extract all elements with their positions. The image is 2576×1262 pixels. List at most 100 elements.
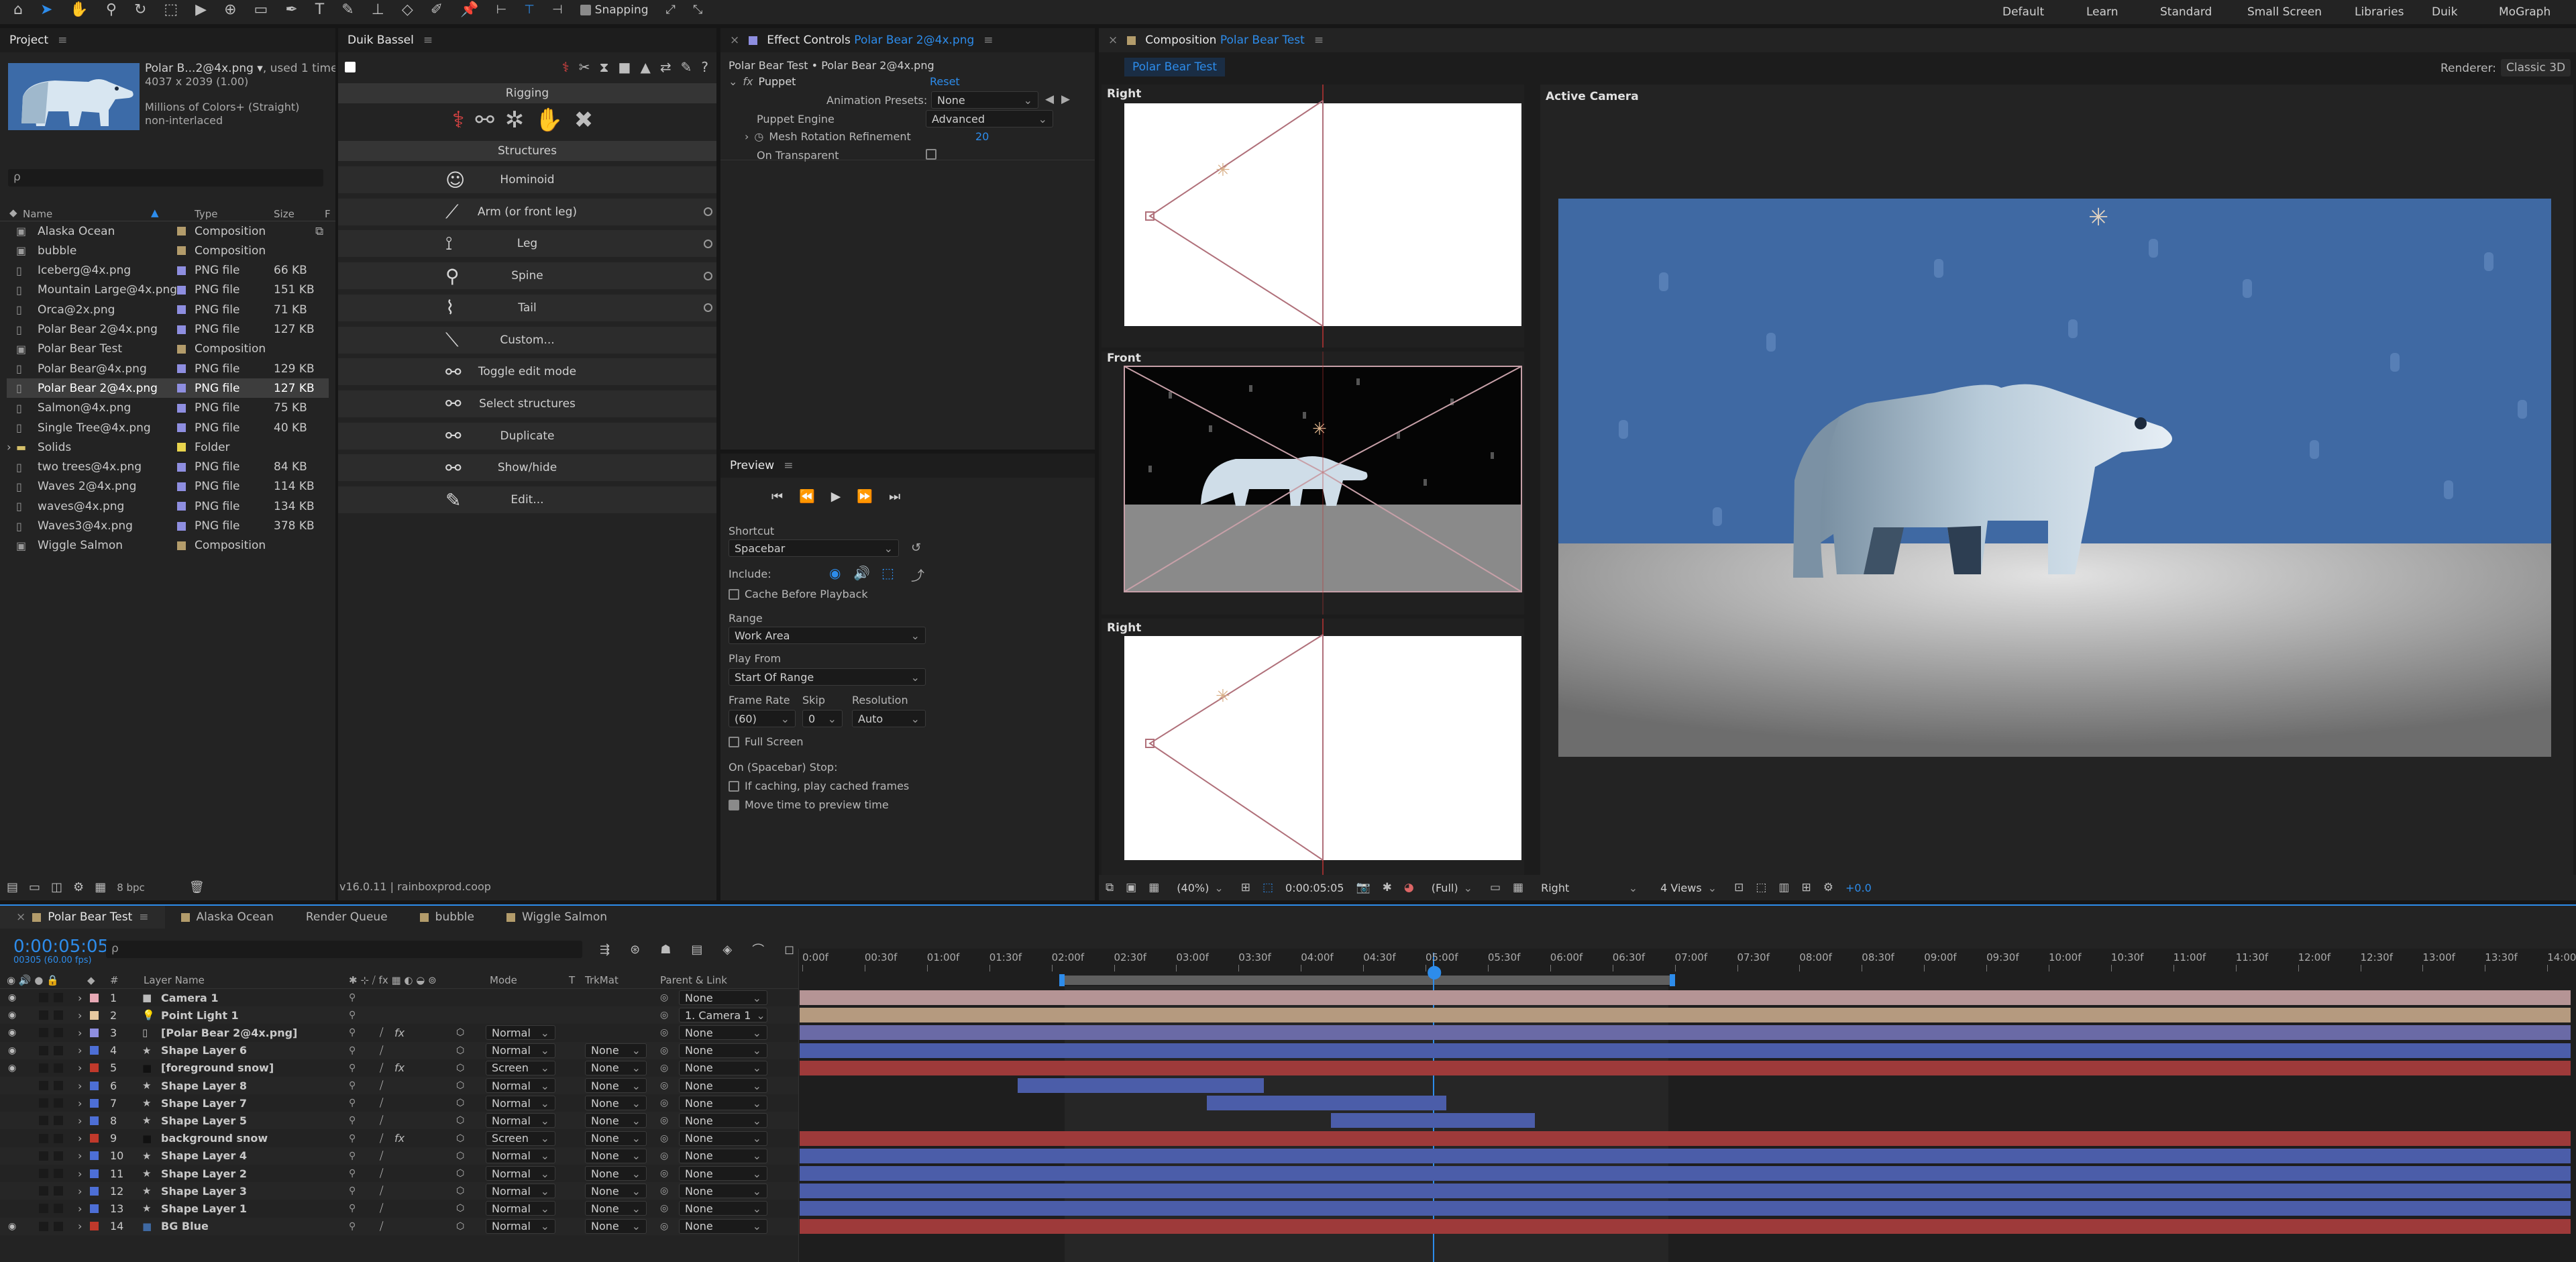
pick-whip-icon[interactable]: ◎ <box>660 1098 668 1108</box>
project-tab[interactable]: Project <box>9 34 48 47</box>
expand-arrow-icon[interactable]: › <box>78 1080 82 1092</box>
viewport-active-camera[interactable]: Active Camera ✳ <box>1540 85 2573 882</box>
blend-mode-dropdown[interactable]: Normal <box>486 1113 555 1128</box>
layer-duration-bar[interactable] <box>800 1218 2571 1234</box>
snapshot-icon[interactable]: 📷 <box>1356 882 1370 894</box>
close-icon[interactable]: × <box>1108 34 1118 47</box>
comp-mini-flowchart-icon[interactable]: ⇶ <box>600 943 610 957</box>
duik-duplicate-button[interactable]: ⚯ Duplicate <box>338 422 716 450</box>
duik-io-icon[interactable]: ⇄ <box>660 60 672 74</box>
blend-mode-dropdown[interactable]: Screen <box>486 1130 555 1146</box>
panel-menu-icon[interactable]: ≡ <box>983 34 993 47</box>
composition-tab[interactable]: Composition <box>1145 34 1216 47</box>
layer-duration-bar[interactable] <box>800 1130 2571 1146</box>
shy-switch-icon[interactable]: ⚲ <box>349 1133 356 1144</box>
workspace-learn[interactable]: Learn <box>2086 5 2118 19</box>
zoom-tool-icon[interactable]: ⚲ <box>106 3 117 17</box>
label-swatch[interactable] <box>177 521 186 531</box>
duik-camera-icon[interactable]: ■ <box>619 60 631 74</box>
side-toggle-radio[interactable] <box>704 207 712 217</box>
timeline-layer-row[interactable]: ◉ › 4 ★ Shape Layer 6 ⚲ ⧸ ⬡ Normal None ◎ None <box>0 1041 798 1059</box>
label-swatch[interactable] <box>90 1204 99 1213</box>
snap-options-icon[interactable]: ⤢ <box>666 4 676 16</box>
expand-arrow-icon[interactable]: › <box>78 1097 82 1110</box>
col-size[interactable]: Size <box>274 208 294 220</box>
3d-layer-icon[interactable]: ⬡ <box>456 1133 464 1144</box>
project-item[interactable]: ▯ Iceberg@4x.png PNG file 66 KB <box>7 261 329 280</box>
workspace-default[interactable]: Default <box>2002 5 2044 19</box>
mesh-rotation-value[interactable]: 20 <box>975 130 989 143</box>
3d-layer-icon[interactable]: ⬡ <box>456 1186 464 1196</box>
mask-visibility-icon[interactable]: ▣ <box>1126 882 1136 894</box>
timeline-layer-row[interactable]: ◉ › 1 ■ Camera 1 ⚲ ◎ None <box>0 989 798 1006</box>
label-swatch[interactable] <box>177 285 186 295</box>
timeline-tab[interactable]: × Polar Bear Test ≡ <box>0 906 165 929</box>
view-dropdown[interactable]: Right <box>1536 879 1643 896</box>
layer-duration-bar[interactable] <box>800 990 2571 1005</box>
3d-layer-icon[interactable]: ⬡ <box>456 1203 464 1214</box>
col-f[interactable]: F <box>325 208 331 220</box>
renderer-value[interactable]: Classic 3D <box>2501 59 2571 76</box>
exposure-reset-icon[interactable]: ⚙ <box>1823 882 1833 894</box>
pixel-aspect-icon[interactable]: ⊡ <box>1734 882 1743 894</box>
blend-mode-dropdown[interactable]: Normal <box>486 1043 555 1058</box>
blend-mode-dropdown[interactable]: Normal <box>486 1218 555 1234</box>
layer-duration-bar[interactable] <box>800 1043 2571 1058</box>
project-item[interactable]: ▯ Orca@2x.png PNG file 71 KB <box>7 300 329 319</box>
project-item[interactable]: ▣ Alaska Ocean Composition ⧉ <box>7 221 329 241</box>
lock-box[interactable] <box>54 1028 63 1038</box>
fx-icon[interactable]: fx <box>743 75 753 88</box>
shy-switch-icon[interactable]: ⚲ <box>349 1168 356 1179</box>
first-frame-icon[interactable]: ⏮ <box>771 489 783 504</box>
fx-icon[interactable]: fx <box>394 1027 405 1039</box>
3d-layer-icon[interactable]: ⬡ <box>456 1115 464 1126</box>
timeline-layer-row[interactable]: › 6 ★ Shape Layer 8 ⚲ ⧸ ⬡ Normal None ◎ None <box>0 1077 798 1094</box>
new-folder-icon[interactable]: ▭ <box>29 882 40 894</box>
pan-behind-tool-icon[interactable]: ⊕ <box>224 3 236 17</box>
shy-switch-icon[interactable]: ⚲ <box>349 1080 356 1091</box>
exposure-value[interactable]: +0.0 <box>1845 882 1872 894</box>
expand-arrow-icon[interactable]: › <box>78 1027 82 1039</box>
skip-dropdown[interactable]: 0 <box>802 710 843 727</box>
pick-whip-icon[interactable]: ◎ <box>660 1115 668 1126</box>
eye-icon[interactable]: ◉ <box>8 1010 16 1020</box>
pick-whip-icon[interactable]: ◎ <box>660 1045 668 1056</box>
rotate-tool-icon[interactable]: ↻ <box>134 3 146 17</box>
3d-layer-icon[interactable]: ⬡ <box>456 1027 464 1038</box>
snap-more-icon[interactable]: ⤡ <box>693 4 702 16</box>
timeline-tab[interactable]: Alaska Ocean <box>165 906 290 929</box>
frame-blending-icon[interactable]: ▤ <box>691 943 702 957</box>
eye-icon[interactable]: ◉ <box>8 992 16 1003</box>
workspace-small-screen[interactable]: Small Screen <box>2247 5 2322 19</box>
shy-switch-icon[interactable]: ⚲ <box>349 1027 356 1038</box>
panel-menu-icon[interactable]: ≡ <box>1314 34 1324 47</box>
lock-box[interactable] <box>54 1081 63 1090</box>
shy-switch-icon[interactable]: ⚲ <box>349 1098 356 1108</box>
project-item[interactable]: ▯ Polar Bear 2@4x.png PNG file 127 KB <box>7 378 329 399</box>
solo-box[interactable] <box>39 1081 48 1090</box>
prev-preset-icon[interactable]: ◀ <box>1045 93 1054 106</box>
pick-whip-icon[interactable]: ◎ <box>660 1010 668 1020</box>
work-area-start-handle[interactable] <box>1059 974 1065 986</box>
expand-arrow-icon[interactable]: › <box>7 441 11 454</box>
col-type[interactable]: Type <box>195 208 217 220</box>
camera-tool-icon[interactable]: ▶ <box>195 3 207 17</box>
label-swatch[interactable] <box>177 423 186 432</box>
lock-box[interactable] <box>54 1169 63 1178</box>
track-matte-dropdown[interactable]: None <box>585 1130 647 1146</box>
bones-icon[interactable]: ⚕ <box>452 109 464 132</box>
pick-whip-icon[interactable]: ◎ <box>660 992 668 1003</box>
workspace-libraries[interactable]: Libraries <box>2355 5 2404 19</box>
expand-arrow-icon[interactable]: › <box>78 1167 82 1180</box>
eye-icon[interactable]: ◉ <box>8 1063 16 1073</box>
timeline-layer-row[interactable]: › 12 ★ Shape Layer 3 ⚲ ⧸ ⬡ Normal None ◎ None <box>0 1182 798 1200</box>
solo-box[interactable] <box>39 1133 48 1143</box>
layer-duration-bar[interactable] <box>800 1008 2571 1023</box>
duik-automation-icon[interactable]: ✂ <box>579 60 590 74</box>
duik-show-hide-button[interactable]: ⚯ Show/hide <box>338 454 716 482</box>
timeline-tab[interactable]: Wiggle Salmon <box>490 906 623 929</box>
pick-whip-icon[interactable]: ◎ <box>660 1080 668 1091</box>
solo-box[interactable] <box>39 1045 48 1055</box>
type-tool-icon[interactable]: T <box>315 3 324 17</box>
label-swatch[interactable] <box>90 1151 99 1161</box>
